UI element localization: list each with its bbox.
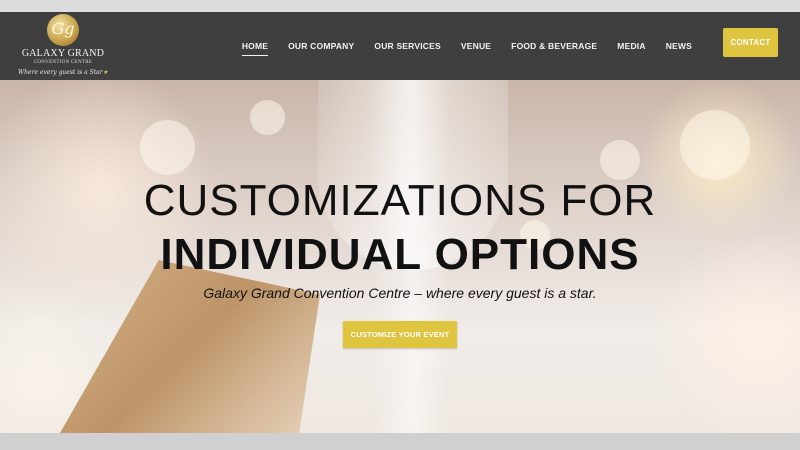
brand-tagline: Where every guest is a Star★ — [18, 69, 108, 76]
hero-title-line-1: CUSTOMIZATIONS FOR — [143, 176, 657, 225]
nav-item-media[interactable]: MEDIA — [617, 37, 645, 55]
hero-title-line-2: INDIVIDUAL OPTIONS — [160, 230, 640, 279]
brand-logo[interactable]: Gg GALAXY GRAND CONVENTION CENTRE Where … — [18, 14, 108, 78]
top-strip — [0, 0, 800, 12]
star-icon: ★ — [102, 69, 108, 76]
nav-item-food-beverage[interactable]: FOOD & BEVERAGE — [511, 37, 597, 55]
brand-name: GALAXY GRAND — [21, 48, 105, 59]
nav-item-our-company[interactable]: OUR COMPANY — [288, 37, 354, 55]
logo-medal-icon: Gg — [47, 14, 79, 46]
contact-button[interactable]: CONTACT — [723, 28, 778, 57]
logo-monogram: Gg — [51, 19, 75, 38]
hero-banner: CUSTOMIZATIONS FOR INDIVIDUAL OPTIONS Ga… — [0, 80, 800, 433]
nav-item-our-services[interactable]: OUR SERVICES — [374, 37, 440, 55]
main-nav: HOME OUR COMPANY OUR SERVICES VENUE FOOD… — [241, 12, 692, 80]
customize-event-button[interactable]: CUSTOMIZE YOUR EVENT — [343, 321, 457, 348]
nav-item-home[interactable]: HOME — [241, 37, 269, 56]
brand-tagline-text: Where every guest is a Star — [18, 69, 103, 76]
site-header: Gg GALAXY GRAND CONVENTION CENTRE Where … — [0, 12, 800, 80]
bokeh-light — [140, 120, 195, 175]
bokeh-light — [250, 100, 285, 135]
bottom-strip — [0, 433, 800, 450]
bokeh-light — [600, 140, 640, 180]
nav-item-news[interactable]: NEWS — [666, 37, 692, 55]
brand-subname: CONVENTION CENTRE — [33, 60, 93, 65]
hero-subtitle: Galaxy Grand Convention Centre – where e… — [203, 285, 597, 301]
nav-item-venue[interactable]: VENUE — [461, 37, 491, 55]
bokeh-light — [680, 110, 750, 180]
